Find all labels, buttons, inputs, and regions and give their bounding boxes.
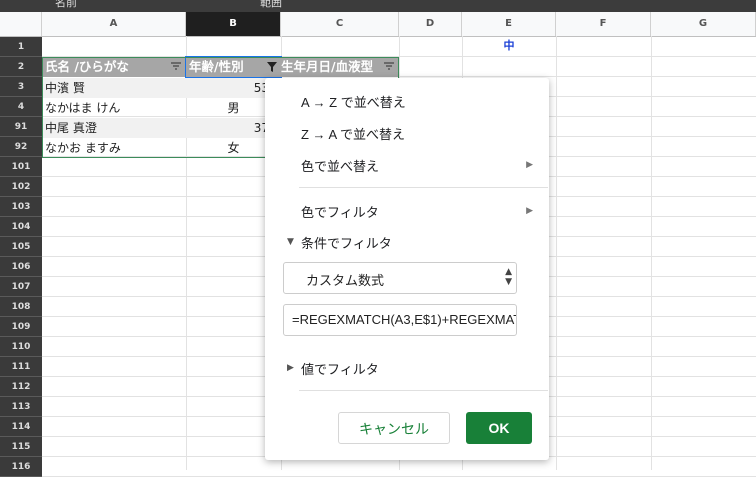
filter-active-icon-b[interactable]: [266, 61, 278, 76]
row-header[interactable]: 101: [0, 157, 42, 177]
cell-a3[interactable]: 中濱 賢: [42, 78, 186, 98]
cancel-button[interactable]: キャンセル: [338, 412, 450, 444]
header-label-birth: 生年月日/血液型: [281, 59, 374, 74]
row-header[interactable]: 114: [0, 417, 42, 437]
menu-sort-za[interactable]: Z → A で並べ替え: [301, 124, 405, 143]
cell-a91[interactable]: 中尾 真澄: [42, 118, 186, 138]
row-header[interactable]: 110: [0, 337, 42, 357]
row-header[interactable]: 107: [0, 277, 42, 297]
row-header[interactable]: 2: [0, 57, 42, 77]
row-header[interactable]: 108: [0, 297, 42, 317]
select-all-corner[interactable]: [0, 12, 42, 36]
row-header[interactable]: 102: [0, 177, 42, 197]
row-header[interactable]: 109: [0, 317, 42, 337]
cell-e1[interactable]: 中: [462, 36, 556, 56]
filter-icon-c[interactable]: [383, 61, 395, 74]
column-header-f[interactable]: F: [556, 12, 651, 36]
menu-divider: [299, 390, 548, 391]
grid-line: [651, 36, 652, 470]
column-header-d[interactable]: D: [399, 12, 462, 36]
menu-filter-by-condition[interactable]: 条件でフィルタ: [301, 233, 392, 252]
updown-chevron-icon: ▲ ▼: [505, 267, 512, 287]
formula-bar-strip: 名前 範囲: [0, 0, 756, 12]
custom-formula-input[interactable]: =REGEXMATCH(A3,E$1)+REGEXMATC: [283, 304, 517, 336]
row-header[interactable]: 113: [0, 397, 42, 417]
menu-sort-az[interactable]: A → Z で並べ替え: [301, 92, 406, 111]
row-header[interactable]: 106: [0, 257, 42, 277]
header-label-age: 年齢/性別: [189, 59, 244, 74]
custom-formula-value: =REGEXMATCH(A3,E$1)+REGEXMATC: [292, 312, 517, 327]
condition-select[interactable]: カスタム数式 ▲ ▼: [283, 262, 517, 294]
row-header[interactable]: 4: [0, 97, 42, 117]
row-header[interactable]: 91: [0, 117, 42, 137]
ok-button[interactable]: OK: [466, 412, 532, 444]
header-label-name: 氏名 /ひらがな: [45, 59, 129, 74]
menu-filter-by-color[interactable]: 色でフィルタ: [301, 202, 379, 221]
header-cell-a[interactable]: 氏名 /ひらがな: [42, 57, 186, 77]
menu-sort-by-color[interactable]: 色で並べ替え: [301, 156, 379, 175]
submenu-arrow-icon: ▶: [526, 206, 533, 216]
range-text: 範囲: [260, 0, 282, 9]
condition-select-value: カスタム数式: [306, 273, 385, 288]
column-header-c[interactable]: C: [281, 12, 399, 36]
expand-down-icon[interactable]: ▼: [287, 237, 294, 247]
row-header[interactable]: 104: [0, 217, 42, 237]
row-header[interactable]: 103: [0, 197, 42, 217]
row-header[interactable]: 115: [0, 437, 42, 457]
column-header-a[interactable]: A: [42, 12, 186, 36]
menu-filter-by-values[interactable]: 値でフィルタ: [301, 359, 379, 378]
cell-a92[interactable]: なかお ますみ: [42, 138, 186, 158]
row-header[interactable]: 3: [0, 77, 42, 97]
filter-icon-a[interactable]: [170, 61, 182, 74]
cell-a4[interactable]: なかはま けん: [42, 98, 186, 118]
menu-divider: [299, 187, 548, 188]
header-cell-c[interactable]: 生年月日/血液型: [281, 57, 399, 77]
submenu-arrow-icon: ▶: [526, 160, 533, 170]
row-header[interactable]: 112: [0, 377, 42, 397]
filter-menu: A → Z で並べ替え Z → A で並べ替え 色で並べ替え ▶ 色でフィルタ …: [265, 78, 549, 460]
column-header-b[interactable]: B: [186, 12, 281, 36]
name-box-text: 名前: [55, 0, 77, 9]
row-header[interactable]: 111: [0, 357, 42, 377]
row-header[interactable]: 116: [0, 457, 42, 477]
row-header[interactable]: 92: [0, 137, 42, 157]
row-header[interactable]: 1: [0, 37, 42, 57]
column-header-bar: A B C D E F G: [0, 12, 756, 37]
expand-right-icon[interactable]: ▶: [287, 363, 294, 373]
row-header[interactable]: 105: [0, 237, 42, 257]
column-header-e[interactable]: E: [462, 12, 556, 36]
grid-line: [556, 36, 557, 470]
column-header-g[interactable]: G: [651, 12, 756, 36]
